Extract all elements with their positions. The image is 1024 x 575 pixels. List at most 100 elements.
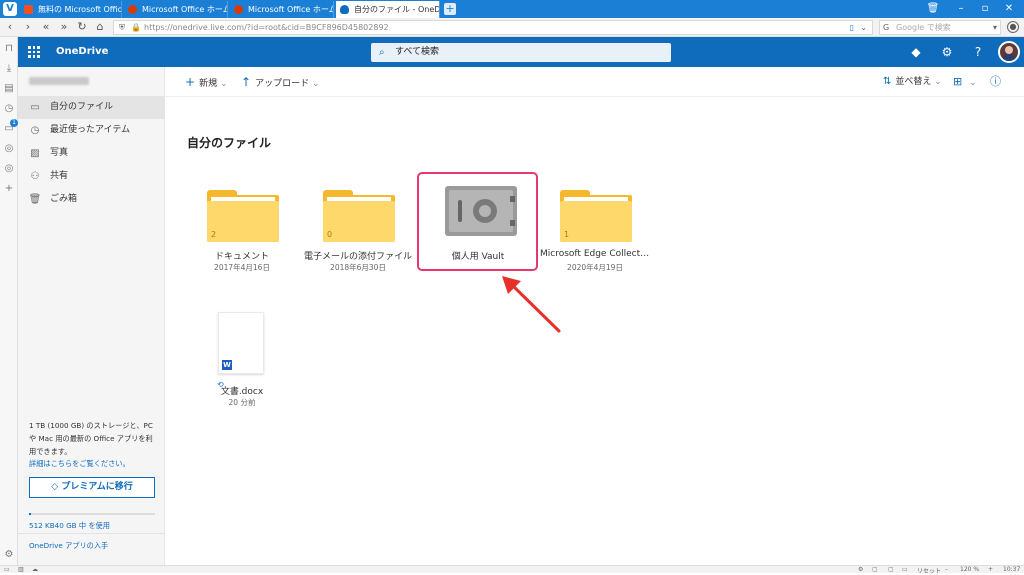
downloads-panel-icon[interactable]: ⤓ xyxy=(3,63,15,75)
info-button[interactable]: ⓘ xyxy=(990,67,1005,98)
tile-name[interactable]: 文書.docx xyxy=(165,384,319,397)
web-panel-icon[interactable]: ◎ xyxy=(3,143,15,155)
personal-vault-tile[interactable]: 個人用 Vault xyxy=(420,172,536,262)
view-switch-button[interactable]: ⊞ ⌄ xyxy=(953,67,977,98)
close-window-icon[interactable]: ✕ xyxy=(998,0,1020,18)
folder-icon: 0 xyxy=(323,190,395,242)
recycle-bin-icon: 🗑 xyxy=(28,194,42,205)
zoom-out-icon[interactable]: – xyxy=(945,566,948,573)
zoom-reset[interactable]: リセット xyxy=(917,566,941,575)
help-icon[interactable]: ? xyxy=(970,44,986,60)
url-field[interactable]: ⛨ 🔒 https://onedrive.live.com/?id=root&c… xyxy=(113,20,873,35)
item-count: 1 xyxy=(564,230,570,239)
tile-name[interactable]: 個人用 Vault xyxy=(420,249,536,262)
safe-icon xyxy=(445,186,517,236)
gear-icon[interactable]: ⚙ xyxy=(939,44,955,60)
diamond-premium-icon[interactable]: ◆ xyxy=(908,44,924,60)
storage-usage-text[interactable]: 512 KB40 GB 中 を使用 xyxy=(29,521,110,531)
new-tab-icon[interactable]: + xyxy=(444,3,456,15)
web-search-field[interactable]: G Google で検索 ▾ xyxy=(879,20,1001,35)
forward-icon[interactable]: › xyxy=(21,20,35,34)
onedrive-header: OneDrive ⌕ すべて検索 ◆ ⚙ ? xyxy=(18,37,1024,67)
tab-office-online[interactable]: 無料の Microsoft Office オン xyxy=(20,1,122,18)
new-button[interactable]: + 新規 ⌄ xyxy=(185,67,228,99)
sort-button[interactable]: ⇅ 並べ替え ⌄ xyxy=(883,67,942,97)
tab-office-home-1[interactable]: Microsoft Office ホーム xyxy=(124,1,228,18)
fit-icon[interactable]: ▭ xyxy=(902,566,908,573)
back-icon[interactable]: ‹ xyxy=(3,20,17,34)
dropdown-icon[interactable]: ⌄ xyxy=(860,21,867,34)
plus-icon: + xyxy=(185,75,196,89)
microsoft-favicon-icon xyxy=(24,5,33,14)
chevron-down-icon: ⌄ xyxy=(934,77,942,87)
nav-item-photos[interactable]: ▨ 写真 xyxy=(18,142,165,165)
tile-name[interactable]: Microsoft Edge Collecti... xyxy=(540,249,650,259)
nav-item-recycle-bin[interactable]: 🗑 ごみ箱 xyxy=(18,188,165,211)
cloud-icon[interactable]: ☁ xyxy=(32,566,38,573)
folder-tile-documents[interactable]: 2 ドキュメント 2017年4月16日 xyxy=(187,178,297,272)
tile-date: 2018年6月30日 xyxy=(330,263,386,272)
item-count: 0 xyxy=(327,230,333,239)
nav-item-shared[interactable]: ⚇ 共有 xyxy=(18,165,165,188)
chevron-down-icon: ⌄ xyxy=(219,79,228,89)
minimize-icon[interactable]: – xyxy=(950,0,972,18)
storage-promo-text: 1 TB (1000 GB) のストレージと、PC や Mac 用の最新の Of… xyxy=(29,421,153,456)
page-actions-icon[interactable]: ⚙ xyxy=(858,566,863,573)
tab-office-home-2[interactable]: Microsoft Office ホーム xyxy=(230,1,334,18)
folder-tile-email-attachments[interactable]: 0 電子メールの添付ファイル 2018年6月30日 xyxy=(303,178,413,272)
trash-icon[interactable]: 🗑 xyxy=(922,0,944,18)
tile-name[interactable]: 電子メールの添付ファイル xyxy=(303,249,413,262)
upload-button[interactable]: ↑ アップロード ⌄ xyxy=(241,67,320,99)
search-input[interactable]: ⌕ すべて検索 xyxy=(371,43,671,62)
grid-view-icon: ⊞ xyxy=(953,75,963,88)
tile-name[interactable]: ドキュメント xyxy=(187,249,297,262)
avatar[interactable] xyxy=(998,41,1020,63)
vivaldi-logo-icon[interactable]: V xyxy=(3,2,17,16)
lock-icon: 🔒 xyxy=(131,23,141,32)
tab-onedrive[interactable]: 自分のファイル - OneDrive xyxy=(336,1,440,18)
details-link[interactable]: 詳細はこちらをご覧ください。 xyxy=(29,459,130,469)
rewind-icon[interactable]: « xyxy=(39,20,53,34)
folder-icon: 2 xyxy=(207,190,279,242)
divider xyxy=(18,533,165,534)
fast-forward-icon[interactable]: » xyxy=(57,20,71,34)
notes-panel-icon[interactable]: ▤ xyxy=(3,83,15,95)
chevron-down-icon[interactable]: ▾ xyxy=(993,21,997,34)
info-icon: ⓘ xyxy=(990,75,1001,88)
nav-label: 写真 xyxy=(50,148,69,158)
home-icon[interactable]: ⌂ xyxy=(93,20,107,34)
panel-badge: 1 xyxy=(10,119,18,127)
folder-icon: 1 xyxy=(560,190,632,242)
premium-label: プレミアムに移行 xyxy=(61,482,133,492)
image-toggle-icon[interactable]: ▢ xyxy=(872,566,878,573)
browser-side-panel: ⊓ ⤓ ▤ ◷ ▭ 1 ◎ ◎ + ⚙ xyxy=(0,37,18,565)
new-label: 新規 xyxy=(199,79,218,89)
folder-tile-edge-collections[interactable]: 1 Microsoft Edge Collecti... 2020年4月19日 xyxy=(540,178,650,272)
web-panel-2-icon[interactable]: ◎ xyxy=(3,163,15,175)
premium-button[interactable]: ◇ プレミアムに移行 xyxy=(29,477,155,498)
nav-label: 共有 xyxy=(50,171,69,181)
nav-item-my-files[interactable]: ▭ 自分のファイル xyxy=(18,96,165,119)
nav-item-recent[interactable]: ◷ 最近使ったアイテム xyxy=(18,119,165,142)
maximize-icon[interactable]: ▫ xyxy=(974,0,996,18)
add-panel-icon[interactable]: + xyxy=(3,183,15,195)
reload-icon[interactable]: ↻ xyxy=(75,20,89,34)
bookmarks-panel-icon[interactable]: ⊓ xyxy=(3,43,15,55)
folder-icon: ▭ xyxy=(30,102,40,113)
command-bar: + 新規 ⌄ ↑ アップロード ⌄ ⇅ 並べ替え ⌄ ⊞ ⌄ ⓘ xyxy=(165,67,1024,97)
panel-toggle-icon[interactable]: ▭ xyxy=(4,566,10,573)
settings-icon[interactable]: ⚙ xyxy=(3,549,15,561)
reader-icon[interactable]: ▢ xyxy=(888,566,894,573)
bookmark-icon[interactable]: ▯ xyxy=(850,21,854,34)
app-launcher-icon[interactable] xyxy=(28,46,40,58)
app-title[interactable]: OneDrive xyxy=(56,37,108,67)
zoom-in-icon[interactable]: + xyxy=(988,566,993,573)
get-apps-link[interactable]: OneDrive アプリの入手 xyxy=(29,541,108,551)
tiling-icon[interactable]: ▥ xyxy=(18,566,24,573)
tab-title: 自分のファイル - OneDrive xyxy=(354,5,440,14)
annotation-arrow xyxy=(502,276,561,333)
search-icon: ⌕ xyxy=(379,47,385,58)
file-tile-docx[interactable]: W ⟲ 文書.docx 20 分前 xyxy=(165,304,319,414)
profile-icon[interactable]: ● xyxy=(1007,21,1019,33)
history-panel-icon[interactable]: ◷ xyxy=(3,103,15,115)
